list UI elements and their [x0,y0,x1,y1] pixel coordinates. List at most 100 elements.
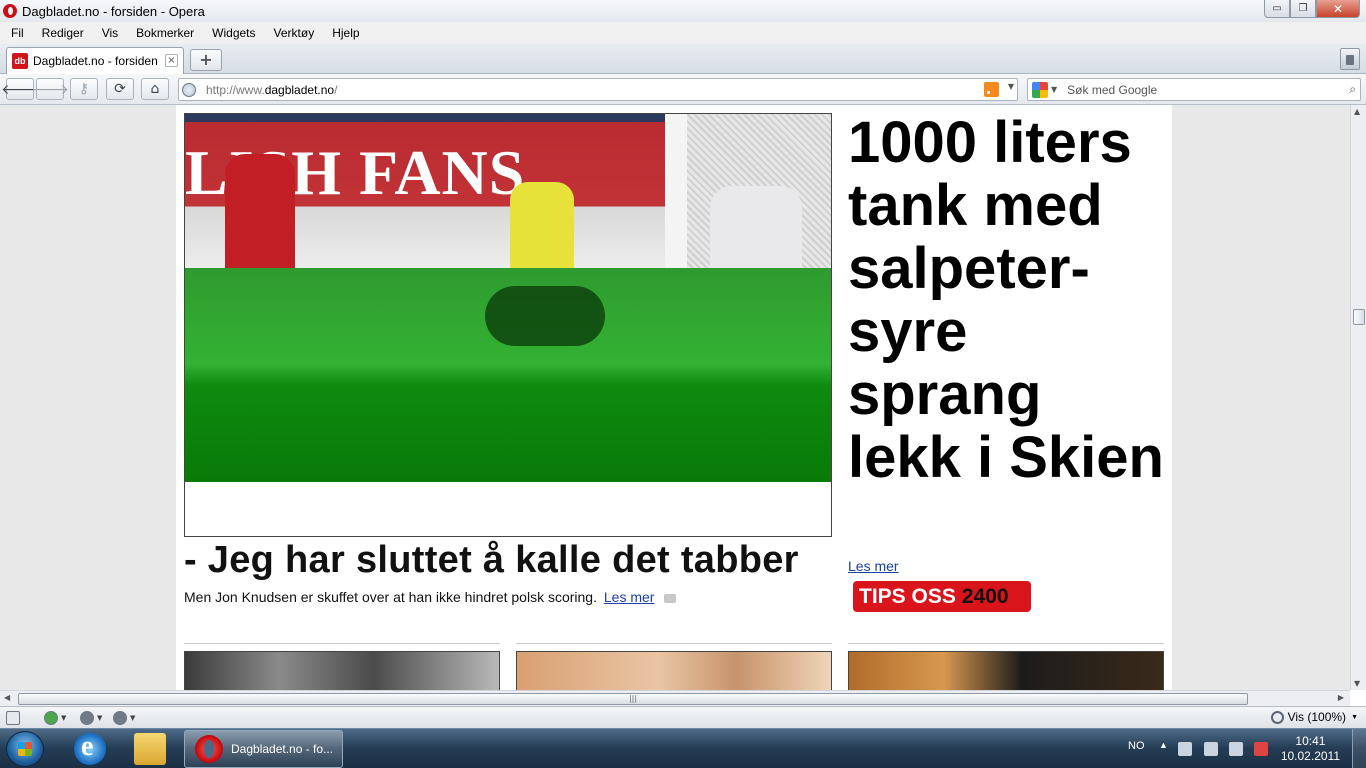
divider [848,643,1164,644]
tips-label: TIPS OSS [859,584,956,608]
zoom-control[interactable]: Vis (100%) ▼ [1270,710,1358,724]
internet-explorer-icon[interactable] [74,731,106,765]
rss-feed-icon[interactable] [984,82,999,97]
side-read-more-link[interactable]: Les mer [848,558,899,574]
menu-hjelp[interactable]: Hjelp [323,26,368,40]
side-headline[interactable]: 1000 liters tank med salpeter-syre spran… [848,111,1168,489]
system-clock[interactable]: 10:41 10.02.2011 [1281,734,1340,764]
sync-icon [44,711,58,725]
battery-icon[interactable] [1204,742,1218,756]
scroll-up-icon[interactable]: ▲ [1354,107,1360,116]
dagbladet-page: LISH FANS - Jeg har sluttet å kalle det … [176,105,1172,690]
panel-toggle-button[interactable] [6,710,20,726]
turbo-dropdown-icon: ▼ [130,714,136,722]
start-button[interactable] [6,731,44,767]
horizontal-scroll-thumb[interactable]: ||| [18,693,1248,705]
address-dropdown-icon[interactable]: ▼ [1008,82,1014,91]
player-red [225,154,295,268]
maximize-button[interactable]: ❐ [1290,0,1316,18]
pitch-advert [485,286,605,346]
sync-button[interactable]: ▼ [44,710,66,726]
page-viewport: LISH FANS - Jeg har sluttet å kalle det … [0,105,1350,690]
lede-read-more-link[interactable]: Les mer [604,589,655,605]
forward-button[interactable]: 🡒 [31,78,69,100]
stadium-banner: LISH FANS [185,114,831,268]
address-url: http://www.dagbladet.no/ [206,83,337,97]
reload-button[interactable]: ⟳ [106,78,134,100]
main-lede: Men Jon Knudsen er skuffet over at han i… [184,589,677,605]
pitch-area [185,268,831,482]
google-icon[interactable] [1032,81,1048,98]
close-button[interactable]: ✕ [1316,0,1360,18]
back-button[interactable]: 🡐 [1,78,39,100]
goal-post [665,114,687,268]
divider [184,643,500,644]
show-hidden-icons-icon[interactable]: ▲ [1159,740,1168,750]
opera-logo-icon [3,4,17,18]
home-icon: ⌂ [150,81,160,97]
trash-can-icon[interactable] [1340,48,1360,70]
unite-icon [80,711,94,725]
search-engine-dropdown-icon[interactable]: ▼ [1051,85,1057,94]
horizontal-scrollbar[interactable]: ◀ ||| ▶ [0,690,1350,706]
menu-widgets[interactable]: Widgets [203,26,264,40]
new-tab-button[interactable]: + [190,49,222,71]
menu-fil[interactable]: Fil [0,26,33,40]
window-controls: ▭ ❐ ✕ [1264,0,1360,18]
clock-date: 10.02.2011 [1280,749,1340,763]
article-thumbnail[interactable] [848,651,1164,690]
home-button[interactable]: ⌂ [141,78,169,100]
wand-button[interactable]: ⚷ [70,78,98,100]
explorer-folder-icon[interactable] [134,733,166,765]
zoom-dropdown-icon: ▼ [1351,713,1358,721]
opera-icon [195,735,223,763]
goalkeeper [510,182,574,268]
language-indicator[interactable]: NO [1128,740,1145,752]
tab-label: Dagbladet.no - forsiden [33,54,158,68]
turbo-icon [113,711,127,725]
hero-image[interactable]: LISH FANS [184,113,832,537]
url-domain: dagbladet.no [264,82,335,97]
key-icon: ⚷ [78,81,90,97]
title-bar: Dagbladet.no - forsiden - Opera ▭ ❐ ✕ [0,0,1366,22]
comment-bubble-icon[interactable] [664,593,677,603]
minimize-button[interactable]: ▭ [1264,0,1290,18]
menu-vis[interactable]: Vis [93,26,127,40]
zoom-label: Vis (100%) [1287,710,1347,724]
show-desktop-button[interactable] [1352,729,1366,768]
menu-rediger[interactable]: Rediger [33,26,93,40]
scroll-left-icon[interactable]: ◀ [4,693,10,702]
navigation-bar: 🡐 🡒 ⚷ ⟳ ⌂ http://www.dagbladet.no/ ▼ ▼ S… [0,74,1366,105]
menu-bar: Fil Rediger Vis Bokmerker Widgets Verktø… [0,22,1366,44]
action-center-flag-icon[interactable] [1178,742,1192,756]
windows-taskbar: Dagbladet.no - fo... NO ▲ 10:41 10.02.20… [0,728,1366,768]
sync-dropdown-icon: ▼ [61,714,67,722]
scroll-down-icon[interactable]: ▼ [1354,679,1360,688]
network-signal-icon[interactable] [1229,742,1243,756]
turbo-button[interactable]: ▼ [113,710,135,726]
vertical-scrollbar[interactable]: ▲ ▼ [1350,105,1366,690]
tab-dagbladet[interactable]: db Dagbladet.no - forsiden × [6,47,184,74]
search-field[interactable]: ▼ Søk med Google ⌕ [1027,78,1361,101]
search-icon[interactable]: ⌕ [1349,82,1356,97]
menu-verktoy[interactable]: Verktøy [265,26,324,40]
address-bar[interactable]: http://www.dagbladet.no/ ▼ [178,78,1018,101]
volume-muted-icon[interactable] [1254,742,1268,756]
scroll-right-icon[interactable]: ▶ [1338,693,1344,702]
divider [516,643,832,644]
reload-icon: ⟳ [114,81,126,97]
forward-arrow-icon: 🡒 [31,81,69,98]
vertical-scroll-thumb[interactable] [1353,309,1365,325]
tab-close-icon[interactable]: × [165,54,178,67]
main-headline[interactable]: - Jeg har sluttet å kalle det tabber [184,539,799,582]
taskbar-task-label: Dagbladet.no - fo... [231,742,334,756]
article-thumbnail[interactable] [516,651,832,690]
unite-button[interactable]: ▼ [80,710,102,726]
article-thumbnail[interactable] [184,651,500,690]
tab-bar: db Dagbladet.no - forsiden × + [0,44,1366,74]
window-title: Dagbladet.no - forsiden - Opera [22,3,205,19]
menu-bokmerker[interactable]: Bokmerker [127,26,203,40]
taskbar-opera-task[interactable]: Dagbladet.no - fo... [184,730,343,768]
magnifier-icon [1270,710,1284,724]
tips-oss-button[interactable]: TIPS OSS 2400 [853,581,1031,612]
